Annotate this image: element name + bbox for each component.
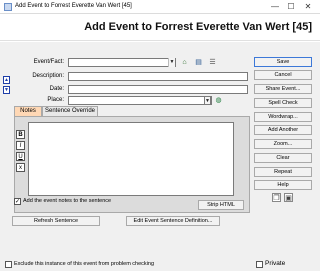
paste-icon[interactable]: ▣ — [284, 193, 293, 202]
repeat-button[interactable]: Repeat — [254, 167, 312, 177]
chevron-down-icon: ▼ — [168, 58, 175, 67]
book-icon[interactable]: ▤ — [194, 58, 203, 67]
title-bar: Add Event to Forrest Everette Van Wert [… — [0, 0, 320, 14]
window-title: Add Event to Forrest Everette Van Wert [… — [15, 3, 132, 9]
dialog-banner: Add Event to Forrest Everette Van Wert [… — [0, 14, 320, 41]
add-notes-checkbox[interactable]: ✓ — [14, 198, 21, 205]
app-icon — [4, 3, 12, 11]
place-label: Place: — [47, 97, 64, 103]
place-input[interactable] — [68, 96, 212, 105]
tab-notes[interactable]: Notes — [14, 106, 42, 116]
private-label: Private — [265, 260, 286, 267]
notes-textarea[interactable] — [28, 122, 234, 196]
wordwrap-button[interactable]: Wordwrap... — [254, 112, 312, 122]
remove-formatting-button[interactable]: x — [16, 163, 25, 172]
underline-button[interactable]: U — [16, 152, 25, 161]
event-fact-dropdown[interactable]: ▼ — [68, 58, 176, 67]
share-event-button[interactable]: Share Event... — [254, 84, 312, 94]
cancel-button[interactable]: Cancel — [254, 70, 312, 80]
copy-icon[interactable]: ❐ — [272, 193, 281, 202]
dialog-heading: Add Event to Forrest Everette Van Wert [… — [84, 21, 312, 33]
save-button[interactable]: Save — [254, 57, 312, 67]
home-icon[interactable]: ⌂ — [180, 58, 189, 67]
refresh-sentence-button[interactable]: Refresh Sentence — [12, 216, 100, 226]
close-button[interactable]: ✕ — [301, 1, 315, 12]
place-dropdown-chevron-icon[interactable]: ▼ — [204, 96, 211, 105]
description-input[interactable] — [68, 72, 248, 81]
exclude-label: Exclude this instance of this event from… — [14, 261, 155, 267]
bold-button[interactable]: B — [16, 130, 25, 139]
minimize-button[interactable]: — — [268, 1, 282, 12]
tab-strip: Notes Sentence Override — [14, 106, 250, 116]
exclude-checkbox[interactable] — [5, 261, 12, 268]
private-checkbox[interactable] — [256, 261, 263, 268]
up-arrow-icon[interactable]: ▲ — [3, 76, 10, 84]
globe-icon[interactable]: ◍ — [214, 96, 223, 105]
strip-html-button[interactable]: Strip HTML — [198, 200, 244, 210]
date-input[interactable] — [68, 85, 248, 94]
event-fact-label: Event/Fact: — [33, 59, 64, 65]
spell-check-button[interactable]: Spell Check — [254, 98, 312, 108]
add-another-button[interactable]: Add Another — [254, 125, 312, 135]
clear-button[interactable]: Clear — [254, 153, 312, 163]
list-icon[interactable]: ☰ — [208, 58, 217, 67]
date-label: Date: — [49, 86, 64, 92]
description-label: Description: — [32, 73, 64, 79]
help-button[interactable]: Help — [254, 180, 312, 190]
italic-button[interactable]: I — [16, 141, 25, 150]
edit-sentence-definition-button[interactable]: Edit Event Sentence Definition... — [126, 216, 220, 226]
tab-sentence-override[interactable]: Sentence Override — [42, 106, 98, 116]
add-notes-label: Add the event notes to the sentence — [23, 198, 112, 204]
maximize-button[interactable]: ☐ — [284, 1, 298, 12]
down-arrow-icon[interactable]: ▼ — [3, 86, 10, 94]
zoom-button[interactable]: Zoom... — [254, 139, 312, 149]
